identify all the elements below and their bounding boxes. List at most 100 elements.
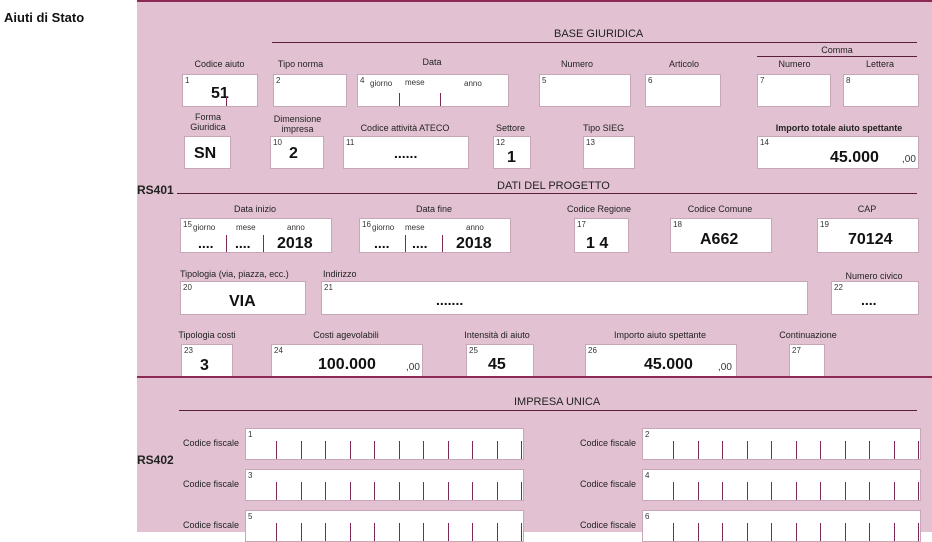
ateco-field[interactable]: 11 ...... xyxy=(343,136,469,169)
codice-fiscale-field[interactable]: 2 xyxy=(642,428,921,460)
importo-spettante-value: 45.000 xyxy=(644,356,693,373)
tipologia-field[interactable]: 20 VIA xyxy=(180,281,306,315)
forma-giuridica-field[interactable]: SN xyxy=(184,136,231,169)
comma-numero-field[interactable]: 7 xyxy=(757,74,831,107)
settore-value: 1 xyxy=(507,149,516,166)
codice-fiscale-field[interactable]: 6 xyxy=(642,510,921,542)
indirizzo-value: ....... xyxy=(436,292,464,308)
character-divider xyxy=(722,523,723,541)
data-inizio-label: Data inizio xyxy=(233,204,277,214)
character-divider xyxy=(423,482,424,500)
importo-spettante-field[interactable]: 26 45.000 ,00 xyxy=(585,344,737,377)
character-divider xyxy=(300,441,302,459)
field-number: 13 xyxy=(586,138,595,147)
tipologia-costi-label: Tipologia costi xyxy=(178,330,236,340)
comma-lettera-field[interactable]: 8 xyxy=(843,74,919,107)
character-divider xyxy=(374,482,375,500)
anno-sublabel: anno xyxy=(466,223,484,232)
character-divider xyxy=(276,441,277,459)
civico-field[interactable]: 22 .... xyxy=(831,281,919,315)
field-number: 6 xyxy=(648,76,653,85)
codice-fiscale-label: Codice fiscale xyxy=(580,479,637,489)
character-divider xyxy=(893,441,895,459)
character-divider xyxy=(820,441,821,459)
field-number: 16 xyxy=(362,220,371,229)
character-divider xyxy=(398,523,400,541)
character-divider xyxy=(496,523,498,541)
data-label: Data xyxy=(422,57,442,67)
codice-fiscale-label: Codice fiscale xyxy=(183,479,240,489)
sieg-field[interactable]: 13 xyxy=(583,136,635,169)
character-divider xyxy=(893,523,895,541)
character-divider xyxy=(398,482,400,500)
character-divider xyxy=(349,523,351,541)
dimensione-field[interactable]: 10 2 xyxy=(270,136,324,169)
field-number: 5 xyxy=(248,512,253,521)
importo-totale-field[interactable]: 14 45.000 ,00 xyxy=(757,136,919,169)
codice-comune-field[interactable]: 18 A662 xyxy=(670,218,772,253)
costi-field[interactable]: 24 100.000 ,00 xyxy=(271,344,423,377)
codice-fiscale-field[interactable]: 3 xyxy=(245,469,524,501)
forma-giuridica-value: SN xyxy=(194,145,217,162)
form-panel: BASE GIURIDICA Codice aiuto 1 51 Tipo no… xyxy=(137,0,932,542)
codice-fiscale-field[interactable]: 4 xyxy=(642,469,921,501)
character-divider xyxy=(844,482,846,500)
progetto-rule xyxy=(177,193,917,194)
section-separator xyxy=(137,376,932,378)
character-divider xyxy=(869,441,870,459)
codice-fiscale-field[interactable]: 5 xyxy=(245,510,524,542)
character-divider xyxy=(300,482,302,500)
field-number: 24 xyxy=(274,346,283,355)
codice-comune-value: A662 xyxy=(700,231,739,248)
intensita-label: Intensità di aiuto xyxy=(464,330,530,340)
numero-field[interactable]: 5 xyxy=(539,74,631,107)
data-fine-field[interactable]: 16 giorno mese anno .... .... 2018 xyxy=(359,218,511,253)
settore-label: Settore xyxy=(495,123,526,133)
cap-label: CAP xyxy=(857,204,877,214)
tipologia-costi-value: 3 xyxy=(200,357,209,374)
field-number: 6 xyxy=(645,512,650,521)
rs401-label: RS401 xyxy=(137,183,174,197)
indirizzo-field[interactable]: 21 ....... xyxy=(321,281,808,315)
data-inizio-field[interactable]: 15 giorno mese anno .... .... 2018 xyxy=(180,218,332,253)
codice-regione-field[interactable]: 17 1 4 xyxy=(574,218,629,253)
character-divider xyxy=(447,441,449,459)
character-divider xyxy=(771,523,772,541)
tipologia-costi-field[interactable]: 23 3 xyxy=(181,344,233,377)
character-divider xyxy=(697,441,699,459)
field-number: 3 xyxy=(248,471,253,480)
codice-fiscale-field[interactable]: 1 xyxy=(245,428,524,460)
character-divider xyxy=(746,523,748,541)
giorno-sublabel: giorno xyxy=(193,223,216,232)
articolo-label: Articolo xyxy=(668,59,699,69)
character-divider xyxy=(521,523,522,541)
character-divider xyxy=(521,482,522,500)
codice-aiuto-field[interactable]: 1 51 xyxy=(182,74,258,107)
character-divider xyxy=(496,482,498,500)
importo-spettante-label: Importo aiuto spettante xyxy=(613,330,707,340)
cap-field[interactable]: 19 70124 xyxy=(817,218,919,253)
tipo-norma-field[interactable]: 2 xyxy=(273,74,347,107)
data-field[interactable]: 4 giorno mese anno xyxy=(357,74,509,107)
codice-fiscale-label: Codice fiscale xyxy=(183,438,240,448)
comma-label: Comma xyxy=(821,45,853,55)
character-divider xyxy=(771,441,772,459)
character-divider xyxy=(795,441,797,459)
importo-spettante-decimals: ,00 xyxy=(718,362,732,373)
field-number: 1 xyxy=(248,430,253,439)
field-number: 25 xyxy=(469,346,478,355)
intensita-field[interactable]: 25 45 xyxy=(466,344,534,377)
field-number: 11 xyxy=(346,138,355,147)
character-divider xyxy=(472,441,473,459)
articolo-field[interactable]: 6 xyxy=(645,74,721,107)
character-divider xyxy=(423,441,424,459)
mese-sublabel: mese xyxy=(236,223,256,232)
costi-label: Costi agevolabili xyxy=(313,330,379,340)
character-divider xyxy=(918,523,919,541)
continuazione-field[interactable]: 27 xyxy=(789,344,825,377)
giorno-sublabel: giorno xyxy=(372,223,395,232)
anno-sublabel: anno xyxy=(287,223,305,232)
settore-field[interactable]: 12 1 xyxy=(493,136,531,169)
tipologia-label: Tipologia (via, piazza, ecc.) xyxy=(180,269,289,279)
costi-value: 100.000 xyxy=(318,356,376,373)
